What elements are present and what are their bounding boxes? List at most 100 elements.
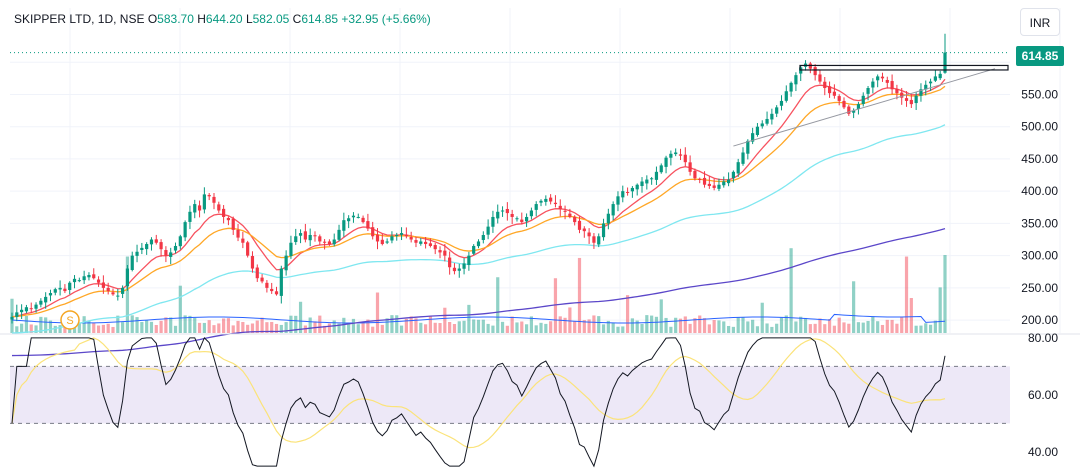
volume-bar	[789, 248, 793, 333]
candle-body	[145, 244, 149, 250]
candle-body	[433, 245, 437, 250]
candle-body	[34, 304, 38, 309]
candle-body	[438, 250, 442, 253]
candle-body	[770, 113, 774, 120]
candle-body	[491, 216, 495, 227]
volume-bar	[327, 323, 332, 333]
low-label: L	[245, 12, 253, 26]
candle-body	[121, 287, 125, 294]
candle-body	[342, 220, 346, 231]
volume-bar	[669, 326, 673, 333]
rsi-tick-label: 40.00	[1028, 445, 1058, 459]
volume-bar	[621, 326, 625, 333]
volume-bar	[356, 324, 360, 333]
candle-body	[712, 185, 716, 188]
candle-body	[885, 79, 889, 83]
volume-bar	[173, 325, 178, 333]
volume-bar	[395, 315, 399, 333]
currency-button[interactable]: INR	[1020, 8, 1060, 36]
volume-bar	[231, 325, 235, 333]
volume-bar	[779, 317, 784, 333]
volume-bar	[765, 323, 769, 333]
volume-bar	[731, 326, 735, 333]
candle-body	[68, 282, 72, 291]
candle-body	[274, 291, 279, 295]
volume-bar	[698, 315, 702, 333]
volume-bar	[241, 321, 245, 333]
volume-bar	[106, 323, 110, 333]
volume-bar	[82, 316, 86, 333]
volume-bar	[361, 322, 365, 333]
volume-bar	[640, 323, 644, 333]
volume-bar	[818, 318, 822, 333]
volume-bar	[803, 317, 808, 333]
volume-bar	[799, 316, 803, 333]
chart-canvas[interactable]: S 200.00 250.00 300.00 350.00 400.00 450.00 50…	[0, 0, 1080, 469]
volume-bar	[135, 317, 139, 333]
volume-bar	[217, 323, 221, 333]
volume-bar	[880, 324, 885, 333]
symbol-legend: SKIPPER LTD, 1D, NSE O583.70 H644.20 L58…	[14, 12, 431, 26]
rsi-band	[10, 366, 1010, 424]
volume-bar	[298, 301, 303, 333]
volume-bar	[178, 285, 182, 333]
candle-body	[683, 154, 687, 163]
candle-body	[443, 250, 447, 256]
candle-body	[428, 243, 433, 246]
rsi-pane: 40.00 60.00 80.00	[0, 331, 1080, 468]
price-tick-label: 400.00	[1021, 184, 1058, 198]
candle-body	[582, 228, 586, 232]
candle-body	[130, 255, 134, 270]
candle-body	[909, 99, 913, 105]
candle-body	[871, 81, 875, 88]
candle-body	[231, 218, 235, 230]
candle-body	[678, 154, 683, 156]
candle-body	[837, 96, 841, 101]
candle-body	[226, 217, 231, 221]
candle-body	[29, 308, 33, 310]
candle-body	[515, 218, 519, 220]
volume-bar	[452, 324, 457, 333]
volume-bar	[347, 324, 351, 333]
volume-bar	[188, 315, 192, 333]
candle-body	[125, 268, 130, 287]
open-label: O	[147, 12, 158, 26]
candle-body	[736, 162, 740, 174]
volume-bar	[726, 325, 731, 333]
candle-body	[207, 194, 211, 197]
candle-body	[876, 76, 880, 81]
candle-body	[818, 74, 822, 82]
volume-bar	[197, 322, 202, 333]
volume-bar	[794, 321, 798, 333]
candle-body	[164, 250, 168, 256]
candle-body	[933, 76, 937, 81]
trend-line	[733, 68, 996, 147]
candle-body	[63, 288, 67, 292]
candle-body	[544, 198, 548, 202]
candle-body	[347, 218, 351, 222]
candle-body	[313, 235, 317, 237]
volume-bar	[433, 322, 437, 333]
volume-bar	[808, 324, 812, 333]
candle-body	[395, 235, 399, 237]
candle-body	[914, 95, 918, 104]
candle-body	[10, 316, 14, 320]
volume-bar	[409, 316, 413, 333]
volume-bar	[520, 321, 524, 333]
candle-body	[904, 98, 909, 101]
candle-body	[20, 309, 24, 313]
candle-body	[101, 282, 105, 288]
candle-body	[880, 76, 885, 79]
volume-bar	[111, 326, 115, 333]
volume-bar	[505, 325, 509, 333]
volume-bar	[770, 326, 774, 333]
volume-bar	[909, 298, 913, 333]
volume-bar	[496, 277, 500, 333]
volume-bar	[500, 321, 505, 333]
candle-body	[717, 184, 721, 189]
candle-body	[568, 213, 572, 217]
candle-body	[323, 241, 327, 243]
candle-body	[154, 239, 158, 243]
volume-bar	[486, 323, 490, 333]
moving-averages	[11, 78, 946, 357]
